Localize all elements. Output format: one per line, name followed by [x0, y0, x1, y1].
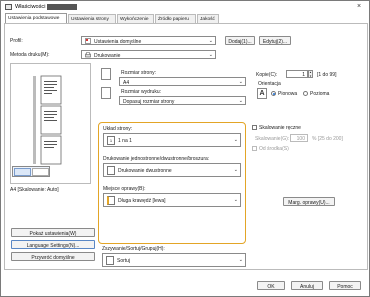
chevron-down-icon: ⌄: [238, 98, 243, 104]
properties-window: Właściwości × Ustawienia podstawowe Usta…: [0, 0, 370, 297]
close-icon[interactable]: ×: [357, 3, 361, 10]
output-method-label: Metoda druku(M):: [10, 52, 50, 58]
preview-caption: A4 [Skalowanie: Auto]: [10, 187, 59, 193]
finishing-value: Sortuj: [117, 258, 131, 264]
profile-icon: [85, 38, 91, 44]
page-size-label: Rozmiar strony:: [121, 70, 157, 76]
chevron-down-icon: ⌄: [233, 167, 238, 173]
binding-icon: [107, 196, 115, 205]
page-size-select[interactable]: A4 ⌄: [119, 77, 246, 86]
add-profile-button[interactable]: Dodaj(1)...: [225, 36, 255, 45]
view-toggle-group: [12, 166, 50, 177]
window-title: Właściwości: [15, 4, 46, 10]
printer-name-redacted: [47, 4, 77, 10]
title-bar: Właściwości ×: [1, 1, 369, 13]
page-preview-image: [33, 75, 62, 165]
center-checkbox[interactable]: [252, 146, 257, 151]
orientation-label: Orientacja: [258, 81, 281, 87]
language-settings-button[interactable]: Language Settings(N)...: [11, 240, 95, 249]
chevron-down-icon: ⌄: [238, 257, 243, 263]
page-size-value: A4: [123, 79, 130, 86]
output-size-label: Rozmiar wydruku:: [121, 89, 162, 95]
layout-select[interactable]: 1 1 na 1 ⌄: [103, 133, 241, 147]
copies-spinner[interactable]: ▴ ▾: [308, 70, 313, 78]
preview-icon[interactable]: [14, 168, 31, 176]
edit-profile-button[interactable]: Edytuj(2)...: [259, 36, 291, 45]
manual-scaling-label: Skalowanie ręczne: [259, 125, 301, 131]
profile-value: Ustawienia domyślne: [94, 38, 142, 45]
printer-view-icon[interactable]: [32, 168, 49, 176]
ok-button[interactable]: OK: [257, 281, 285, 290]
output-size-select[interactable]: Dopasuj rozmiar strony ⌄: [119, 96, 246, 105]
finishing-select[interactable]: Sortuj ⌄: [102, 253, 246, 267]
finishing-label: Zszywanie/Sortuj/Grupuj(H):: [102, 246, 165, 252]
output-method-value: Drukowanie: [94, 52, 121, 59]
help-button[interactable]: Pomoc: [329, 281, 361, 290]
orientation-landscape-label: Pozioma: [310, 91, 330, 97]
chevron-down-icon: ⌄: [238, 79, 243, 85]
page-size-icon: [101, 68, 111, 80]
copies-input[interactable]: 1: [286, 70, 308, 78]
copies-label: Kopie(C):: [256, 72, 278, 78]
orientation-portrait-radio[interactable]: [271, 91, 276, 96]
chevron-down-icon: ⌄: [233, 137, 238, 143]
scaling-range: % [25 do 200]: [312, 136, 343, 142]
scaling-input[interactable]: 100: [290, 134, 308, 142]
gutter-button[interactable]: Marg. oprawy(U)...: [283, 197, 335, 206]
copies-range: [1 do 99]: [317, 72, 337, 78]
chevron-down-icon: ⌄: [233, 197, 238, 203]
output-method-select[interactable]: Drukowanie ⌄: [81, 50, 216, 59]
duplex-value: Drukowanie dwustronne: [118, 168, 172, 174]
center-label: Od środka(S): [259, 146, 289, 152]
duplex-icon: [107, 166, 115, 175]
duplex-label: Drukowanie jednostronne/dwustronne/brosz…: [103, 156, 210, 162]
restore-defaults-button[interactable]: Przywróć domyślne: [11, 252, 95, 261]
layout-label: Układ strony:: [103, 126, 133, 132]
portrait-preview-icon: A: [257, 88, 267, 99]
layout-value: 1 na 1: [118, 138, 132, 144]
output-size-icon: [101, 87, 111, 99]
collate-icon: [106, 256, 114, 265]
manual-scaling-checkbox[interactable]: [252, 125, 257, 130]
chevron-down-icon: ⌄: [208, 52, 213, 58]
orientation-landscape-radio[interactable]: [303, 91, 308, 96]
cancel-button[interactable]: Anuluj: [291, 281, 323, 290]
binding-value: Długa krawędź [lewa]: [118, 198, 166, 204]
layout-icon: 1: [107, 136, 115, 145]
printer-icon: [85, 52, 91, 58]
binding-select[interactable]: Długa krawędź [lewa] ⌄: [103, 193, 241, 207]
show-settings-button[interactable]: Pokaż ustawienia(W): [11, 228, 95, 237]
printer-app-icon: [5, 4, 12, 10]
profile-label: Profil:: [10, 38, 23, 44]
chevron-down-icon: ⌄: [208, 38, 213, 44]
profile-select[interactable]: Ustawienia domyślne ⌄: [81, 36, 216, 45]
orientation-portrait-label: Pionowa: [278, 91, 298, 97]
binding-label: Miejsce oprawy(B):: [103, 186, 146, 192]
duplex-select[interactable]: Drukowanie dwustronne ⌄: [103, 163, 241, 177]
scaling-label: Skalowanie(G):: [255, 136, 290, 142]
output-size-value: Dopasuj rozmiar strony: [123, 98, 175, 105]
